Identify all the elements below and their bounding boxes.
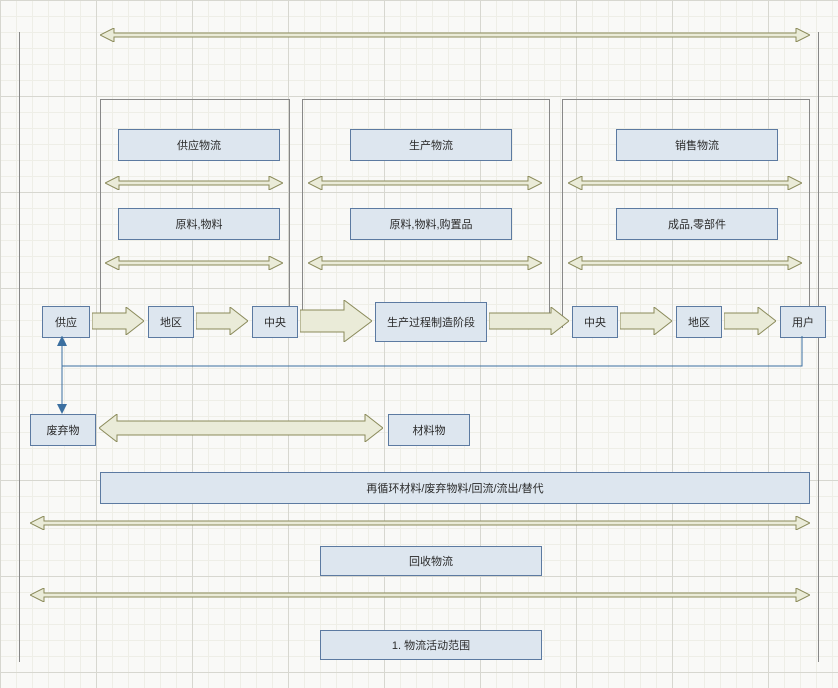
- recycle-span-arrow: [30, 516, 810, 530]
- col3-sub-box[interactable]: 成品,零部件: [616, 208, 778, 240]
- col1-title: 供应物流: [177, 137, 221, 153]
- feedback-line: [60, 336, 804, 386]
- col2-sub-box[interactable]: 原料,物料,购置品: [350, 208, 512, 240]
- node-user-label: 用户: [792, 314, 814, 330]
- col3-title: 销售物流: [675, 137, 719, 153]
- col1-sub: 原料,物料: [175, 216, 222, 232]
- col1-sub-box[interactable]: 原料,物料: [118, 208, 280, 240]
- node-waste-label: 废弃物: [47, 422, 80, 438]
- node-region-r[interactable]: 地区: [676, 306, 722, 338]
- frame-right: [818, 32, 819, 662]
- node-user[interactable]: 用户: [780, 306, 826, 338]
- col1-arrow2: [105, 256, 283, 270]
- node-waste[interactable]: 废弃物: [30, 414, 96, 446]
- waste-arrow: [99, 414, 383, 442]
- col2-sub: 原料,物料,购置品: [389, 216, 472, 232]
- node-center-l[interactable]: 中央: [252, 306, 298, 338]
- node-manufacture-label: 生产过程制造阶段: [387, 314, 475, 330]
- col3-sub: 成品,零部件: [668, 216, 726, 232]
- col1-arrow1: [105, 176, 283, 190]
- recovery-label: 回收物流: [409, 553, 453, 569]
- arrow-2: [196, 307, 248, 335]
- arrow-1: [92, 307, 144, 335]
- node-center-l-label: 中央: [264, 314, 286, 330]
- arrow-5: [620, 307, 672, 335]
- node-center-r-label: 中央: [584, 314, 606, 330]
- node-region-r-label: 地区: [688, 314, 710, 330]
- recycle-label: 再循环材料/废弃物料/回流/流出/替代: [366, 480, 543, 496]
- col2-title-box[interactable]: 生产物流: [350, 129, 512, 161]
- down-arrow: [56, 336, 68, 414]
- node-region-l-label: 地区: [160, 314, 182, 330]
- col3-arrow2: [568, 256, 802, 270]
- node-material[interactable]: 材料物: [388, 414, 470, 446]
- recycle-bar[interactable]: 再循环材料/废弃物料/回流/流出/替代: [100, 472, 810, 504]
- col2-title: 生产物流: [409, 137, 453, 153]
- caption-label: 1. 物流活动范围: [392, 637, 470, 653]
- node-supply[interactable]: 供应: [42, 306, 90, 338]
- arrow-4: [489, 307, 569, 335]
- recovery-box[interactable]: 回收物流: [320, 546, 542, 576]
- col2-arrow2: [308, 256, 542, 270]
- node-center-r[interactable]: 中央: [572, 306, 618, 338]
- node-material-label: 材料物: [413, 422, 446, 438]
- node-region-l[interactable]: 地区: [148, 306, 194, 338]
- caption-box[interactable]: 1. 物流活动范围: [320, 630, 542, 660]
- col3-arrow1: [568, 176, 802, 190]
- col1-title-box[interactable]: 供应物流: [118, 129, 280, 161]
- col2-arrow1: [308, 176, 542, 190]
- frame-left: [19, 32, 20, 662]
- recovery-span-arrow: [30, 588, 810, 602]
- col3-title-box[interactable]: 销售物流: [616, 129, 778, 161]
- top-span-arrow: [100, 28, 810, 42]
- arrow-6: [724, 307, 776, 335]
- node-supply-label: 供应: [55, 314, 77, 330]
